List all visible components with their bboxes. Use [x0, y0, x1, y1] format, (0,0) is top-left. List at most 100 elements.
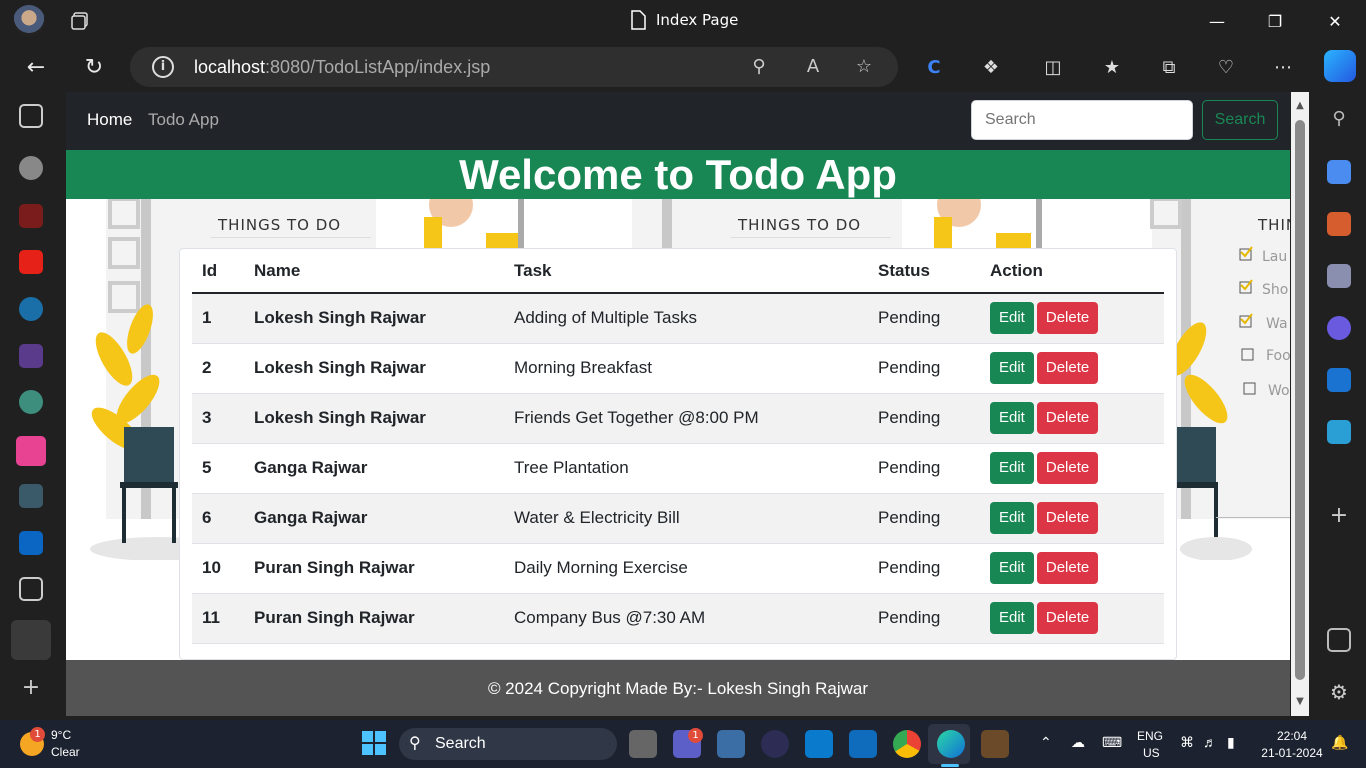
notification-bell-icon[interactable]: 🔔	[1331, 734, 1348, 751]
youtube-tab-icon[interactable]	[19, 204, 43, 228]
taskbar-search[interactable]: ⚲ Search	[399, 728, 617, 760]
add-sidebar-app-icon[interactable]: +	[1327, 504, 1351, 528]
start-button[interactable]	[361, 730, 389, 758]
chatgpt-tab-icon[interactable]	[19, 390, 43, 414]
vscode-icon[interactable]	[805, 730, 833, 758]
chrome-icon[interactable]	[893, 730, 921, 758]
task-view-icon[interactable]	[629, 730, 657, 758]
nav-todo-app-link[interactable]: Todo App	[148, 110, 219, 130]
cell-status: Pending	[868, 393, 980, 444]
edit-button[interactable]: Edit	[990, 602, 1034, 634]
monitor-app-icon[interactable]	[717, 730, 745, 758]
edit-button[interactable]: Edit	[990, 402, 1034, 434]
header-status: Status	[868, 249, 980, 294]
region-indicator[interactable]: US	[1143, 746, 1160, 760]
app-tab-icon[interactable]	[19, 344, 43, 368]
outlook-icon[interactable]	[1327, 368, 1351, 392]
scroll-thumb[interactable]	[1295, 120, 1305, 680]
cell-status: Pending	[868, 543, 980, 594]
edit-button[interactable]: Edit	[990, 352, 1034, 384]
tools-icon[interactable]	[1327, 212, 1351, 236]
cell-name: Ganga Rajwar	[244, 493, 504, 544]
tab-panel-icon[interactable]	[19, 104, 43, 128]
search-sidebar-icon[interactable]: ⚲	[1327, 108, 1351, 132]
games-icon[interactable]	[1327, 264, 1351, 288]
delete-button[interactable]: Delete	[1036, 552, 1099, 584]
delete-button[interactable]: Delete	[1036, 602, 1099, 634]
maximize-button[interactable]: ❐	[1246, 0, 1304, 42]
scroll-up-arrow-icon[interactable]: ▲	[1294, 100, 1306, 112]
delete-button[interactable]: Delete	[1036, 402, 1099, 434]
delete-button[interactable]: Delete	[1036, 302, 1099, 335]
hide-sidebar-icon[interactable]	[1327, 628, 1351, 652]
scroll-down-arrow-icon[interactable]: ▼	[1294, 696, 1306, 708]
tab-actions-icon[interactable]	[70, 11, 90, 31]
edit-button[interactable]: Edit	[990, 552, 1034, 584]
send-icon[interactable]	[1327, 420, 1351, 444]
site-info-icon[interactable]: i	[152, 56, 174, 78]
cell-status: Pending	[868, 293, 980, 344]
clock-date[interactable]: 21-01-2024	[1259, 746, 1325, 760]
edit-button[interactable]: Edit	[990, 452, 1034, 484]
shopping-icon[interactable]	[1327, 160, 1351, 184]
url-text[interactable]: localhost:8080/TodoListApp/index.jsp	[194, 57, 490, 78]
eclipse-icon[interactable]	[761, 730, 789, 758]
battery-icon[interactable]: ▮	[1227, 734, 1235, 751]
edge-icon[interactable]	[937, 730, 965, 758]
favorite-star-icon[interactable]: ☆	[853, 56, 875, 78]
edit-button[interactable]: Edit	[990, 302, 1034, 335]
clock-time[interactable]: 22:04	[1262, 729, 1322, 743]
browser-titlebar: Index Page — ❐ ✕	[0, 0, 1366, 42]
show-hidden-icons-chevron-icon[interactable]: ⌃	[1040, 734, 1052, 751]
cell-task: Daily Morning Exercise	[504, 543, 868, 594]
wifi-icon[interactable]: ⌘	[1180, 734, 1194, 751]
weather-desc[interactable]: Clear	[51, 745, 80, 759]
read-aloud-icon[interactable]: A	[802, 56, 824, 78]
delete-button[interactable]: Delete	[1036, 352, 1099, 384]
delete-button[interactable]: Delete	[1036, 452, 1099, 484]
keyboard-icon[interactable]: ⌨	[1102, 734, 1122, 751]
table-row: 1 Lokesh Singh Rajwar Adding of Multiple…	[192, 293, 1164, 344]
language-indicator[interactable]: ENG	[1137, 729, 1163, 743]
search-button[interactable]: Search	[1202, 100, 1278, 140]
browser-essentials-icon[interactable]: ♡	[1214, 56, 1238, 80]
profile-avatar[interactable]	[13, 5, 45, 37]
app-tab-icon-2[interactable]	[19, 484, 43, 508]
salesforce-tab-icon[interactable]	[19, 297, 43, 321]
nav-home-link[interactable]: Home	[87, 110, 132, 130]
close-window-button[interactable]: ✕	[1306, 0, 1364, 42]
search-input[interactable]	[971, 100, 1193, 140]
delete-button[interactable]: Delete	[1036, 502, 1099, 534]
copilot-sidebar-icon[interactable]	[1327, 316, 1351, 340]
page-scrollbar[interactable]: ▲ ▼	[1291, 92, 1309, 716]
minimize-button[interactable]: —	[1188, 0, 1246, 42]
game-app-icon[interactable]	[981, 730, 1009, 758]
zoom-out-icon[interactable]: ⚲	[748, 56, 770, 78]
copilot-icon[interactable]	[1324, 50, 1356, 82]
browser-tab-icon[interactable]	[19, 577, 43, 601]
active-page-tab[interactable]	[11, 620, 51, 660]
favorites-icon[interactable]: ★	[1100, 56, 1124, 80]
cloud-sync-icon[interactable]: ☁	[1071, 734, 1085, 751]
window-title-text: Index Page	[656, 11, 739, 29]
edit-button[interactable]: Edit	[990, 502, 1034, 534]
bg-label-right: THIN	[1257, 216, 1290, 234]
extension-c-icon[interactable]: C	[922, 56, 946, 80]
extensions-icon[interactable]: ❖	[979, 56, 1003, 80]
youtube-tab-icon-2[interactable]	[19, 250, 43, 274]
linkedin-tab-icon[interactable]	[19, 531, 43, 555]
more-menu-icon[interactable]: ⋯	[1271, 56, 1295, 80]
new-tab-plus-icon[interactable]: +	[19, 676, 43, 700]
split-screen-icon[interactable]: ◫	[1041, 56, 1065, 80]
google-tab-icon[interactable]	[19, 156, 43, 180]
back-button[interactable]: ←	[21, 52, 51, 82]
weather-temp[interactable]: 9°C	[51, 728, 71, 742]
volume-icon[interactable]: ♬	[1203, 734, 1217, 750]
address-bar[interactable]: i localhost:8080/TodoListApp/index.jsp ⚲…	[130, 47, 898, 87]
refresh-button[interactable]: ↻	[79, 52, 109, 82]
outlook-new-icon[interactable]	[849, 730, 877, 758]
bg-item-3: Wa	[1266, 316, 1288, 332]
collections-icon[interactable]: ⧉	[1157, 56, 1181, 80]
pink-app-tab-icon[interactable]	[16, 436, 46, 466]
settings-gear-icon[interactable]: ⚙	[1327, 680, 1351, 704]
